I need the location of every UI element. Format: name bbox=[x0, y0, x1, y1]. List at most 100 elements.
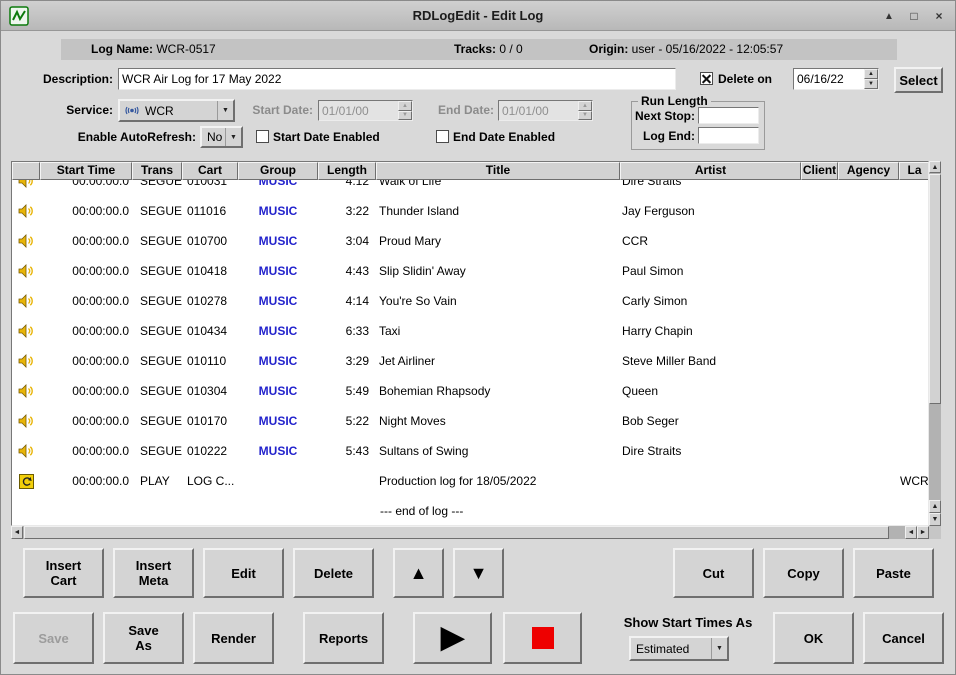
cell-start-time: 00:00:00.0 bbox=[40, 324, 132, 338]
titlebar[interactable]: RDLogEdit - Edit Log ▲ □ × bbox=[1, 1, 955, 31]
column-header-client[interactable]: Client bbox=[801, 162, 838, 180]
date-spin-down-button[interactable]: ▼ bbox=[864, 79, 878, 89]
insert-meta-button[interactable]: Insert Meta bbox=[113, 548, 194, 598]
cell-cart: 010700 bbox=[182, 234, 238, 248]
table-row[interactable]: 00:00:00.0 SEGUE 010278 MUSIC 4:14 You'r… bbox=[12, 286, 928, 316]
cell-start-time: 00:00:00.0 bbox=[40, 474, 132, 488]
column-header-length[interactable]: Length bbox=[318, 162, 376, 180]
cell-group: MUSIC bbox=[238, 234, 318, 248]
move-down-button[interactable]: ▼ bbox=[453, 548, 504, 598]
table-row[interactable]: 00:00:00.0 SEGUE 010418 MUSIC 4:43 Slip … bbox=[12, 256, 928, 286]
column-header-group[interactable]: Group bbox=[238, 162, 318, 180]
scroll-up-icon: ▲ bbox=[932, 164, 939, 171]
paste-button[interactable]: Paste bbox=[853, 548, 934, 598]
column-header-title[interactable]: Title bbox=[376, 162, 620, 180]
table-row[interactable]: 00:00:00.0 SEGUE 011016 MUSIC 3:22 Thund… bbox=[12, 196, 928, 226]
description-input[interactable] bbox=[118, 68, 676, 90]
row-type-icon-cell bbox=[12, 346, 40, 376]
end-date-enabled-label: End Date Enabled bbox=[453, 130, 555, 144]
scroll-left-button[interactable]: ◄ bbox=[11, 526, 23, 539]
cancel-button[interactable]: Cancel bbox=[863, 612, 944, 664]
column-header-artist[interactable]: Artist bbox=[620, 162, 801, 180]
delete-on-checkbox[interactable] bbox=[700, 72, 713, 85]
row-type-icon-cell bbox=[12, 406, 40, 436]
cell-trans: SEGUE bbox=[132, 384, 182, 398]
start-date-enabled-checkbox[interactable] bbox=[256, 130, 269, 143]
save-as-button[interactable]: Save As bbox=[103, 612, 184, 664]
speaker-icon bbox=[18, 180, 34, 189]
cell-trans: SEGUE bbox=[132, 444, 182, 458]
cell-trans: SEGUE bbox=[132, 324, 182, 338]
origin-info: Origin: user - 05/16/2022 - 12:05:57 bbox=[589, 42, 783, 56]
log-end-input bbox=[698, 127, 759, 144]
end-date-enabled-checkbox[interactable] bbox=[436, 130, 449, 143]
row-type-icon-cell bbox=[12, 316, 40, 346]
next-stop-label: Next Stop: bbox=[634, 109, 695, 124]
horizontal-scroll-thumb[interactable] bbox=[24, 526, 889, 539]
table-row[interactable]: 00:00:00.0 SEGUE 010110 MUSIC 3:29 Jet A… bbox=[12, 346, 928, 376]
combo-arrow-icon: ▼ bbox=[230, 134, 237, 141]
table-row[interactable]: 00:00:00.0 SEGUE 010222 MUSIC 5:43 Sulta… bbox=[12, 436, 928, 466]
scroll-up-button-2[interactable]: ▲ bbox=[929, 500, 941, 513]
scroll-right-button[interactable]: ► bbox=[917, 526, 929, 539]
select-button[interactable]: Select bbox=[894, 67, 943, 93]
ok-button[interactable]: OK bbox=[773, 612, 854, 664]
delete-on-date-input[interactable] bbox=[794, 69, 864, 89]
table-row[interactable]: 00:00:00.0 SEGUE 010031 MUSIC 4:12 Walk … bbox=[12, 180, 928, 196]
table-row[interactable]: 00:00:00.0 SEGUE 010434 MUSIC 6:33 Taxi … bbox=[12, 316, 928, 346]
shade-button[interactable]: ▲ bbox=[879, 6, 899, 26]
start-date-spinner: ▲ ▼ bbox=[318, 100, 413, 121]
scroll-left-button-2[interactable]: ◄ bbox=[905, 526, 917, 539]
delete-button[interactable]: Delete bbox=[293, 548, 374, 598]
start-date-input bbox=[319, 101, 398, 120]
column-header-agency[interactable]: Agency bbox=[838, 162, 899, 180]
autorefresh-label: Enable AutoRefresh: bbox=[21, 130, 196, 145]
cell-artist: Carly Simon bbox=[620, 294, 801, 308]
play-button[interactable]: ▶ bbox=[413, 612, 492, 664]
close-button[interactable]: × bbox=[929, 6, 949, 26]
scroll-down-button[interactable]: ▼ bbox=[929, 513, 941, 526]
move-up-button[interactable]: ▲ bbox=[393, 548, 444, 598]
close-icon: × bbox=[935, 9, 942, 23]
column-header-label[interactable]: La bbox=[899, 162, 929, 180]
cell-start-time: 00:00:00.0 bbox=[40, 354, 132, 368]
cell-group: MUSIC bbox=[238, 264, 318, 278]
service-icon bbox=[124, 104, 140, 117]
log-end-label: Log End: bbox=[634, 129, 695, 144]
autorefresh-combo[interactable]: No ▼ bbox=[200, 126, 243, 148]
cell-title: Walk of Life bbox=[376, 180, 620, 188]
render-button[interactable]: Render bbox=[193, 612, 274, 664]
cell-start-time: 00:00:00.0 bbox=[40, 264, 132, 278]
service-combo[interactable]: WCR ▼ bbox=[118, 99, 235, 122]
column-header-cart[interactable]: Cart bbox=[182, 162, 238, 180]
reports-button[interactable]: Reports bbox=[303, 612, 384, 664]
column-header-trans[interactable]: Trans bbox=[132, 162, 182, 180]
show-start-times-combo[interactable]: Estimated ▼ bbox=[629, 636, 729, 661]
table-row[interactable]: 00:00:00.0 SEGUE 010304 MUSIC 5:49 Bohem… bbox=[12, 376, 928, 406]
end-date-input bbox=[499, 101, 578, 120]
vertical-scroll-thumb[interactable] bbox=[929, 174, 941, 404]
cut-button[interactable]: Cut bbox=[673, 548, 754, 598]
table-header-row: Start Time Trans Cart Group Length Title… bbox=[12, 162, 928, 180]
edit-button[interactable]: Edit bbox=[203, 548, 284, 598]
autorefresh-combo-arrow-button[interactable]: ▼ bbox=[225, 128, 241, 146]
table-row[interactable]: 00:00:00.0 SEGUE 010170 MUSIC 5:22 Night… bbox=[12, 406, 928, 436]
cell-group: MUSIC bbox=[238, 444, 318, 458]
table-row[interactable]: 00:00:00.0 SEGUE 010700 MUSIC 3:04 Proud… bbox=[12, 226, 928, 256]
vertical-scrollbar[interactable]: ▲ ▲ ▼ bbox=[929, 161, 941, 526]
table-row[interactable]: 00:00:00.0 PLAY LOG C... Production log … bbox=[12, 466, 928, 496]
delete-on-date-spinner[interactable]: ▲ ▼ bbox=[793, 68, 879, 90]
cell-artist: Bob Seger bbox=[620, 414, 801, 428]
scroll-up-button[interactable]: ▲ bbox=[929, 161, 941, 173]
show-start-times-combo-arrow-button[interactable]: ▼ bbox=[711, 638, 727, 659]
column-header-start-time[interactable]: Start Time bbox=[40, 162, 132, 180]
copy-button[interactable]: Copy bbox=[763, 548, 844, 598]
date-spin-up-button[interactable]: ▲ bbox=[864, 69, 878, 79]
horizontal-scrollbar[interactable]: ◄ ◄ ► bbox=[11, 526, 929, 539]
stop-button[interactable] bbox=[503, 612, 582, 664]
insert-cart-button[interactable]: Insert Cart bbox=[23, 548, 104, 598]
maximize-button[interactable]: □ bbox=[904, 6, 924, 26]
end-date-spin-down-button: ▼ bbox=[578, 111, 592, 121]
column-header-icon[interactable] bbox=[12, 162, 40, 180]
service-combo-arrow-button[interactable]: ▼ bbox=[217, 101, 233, 120]
